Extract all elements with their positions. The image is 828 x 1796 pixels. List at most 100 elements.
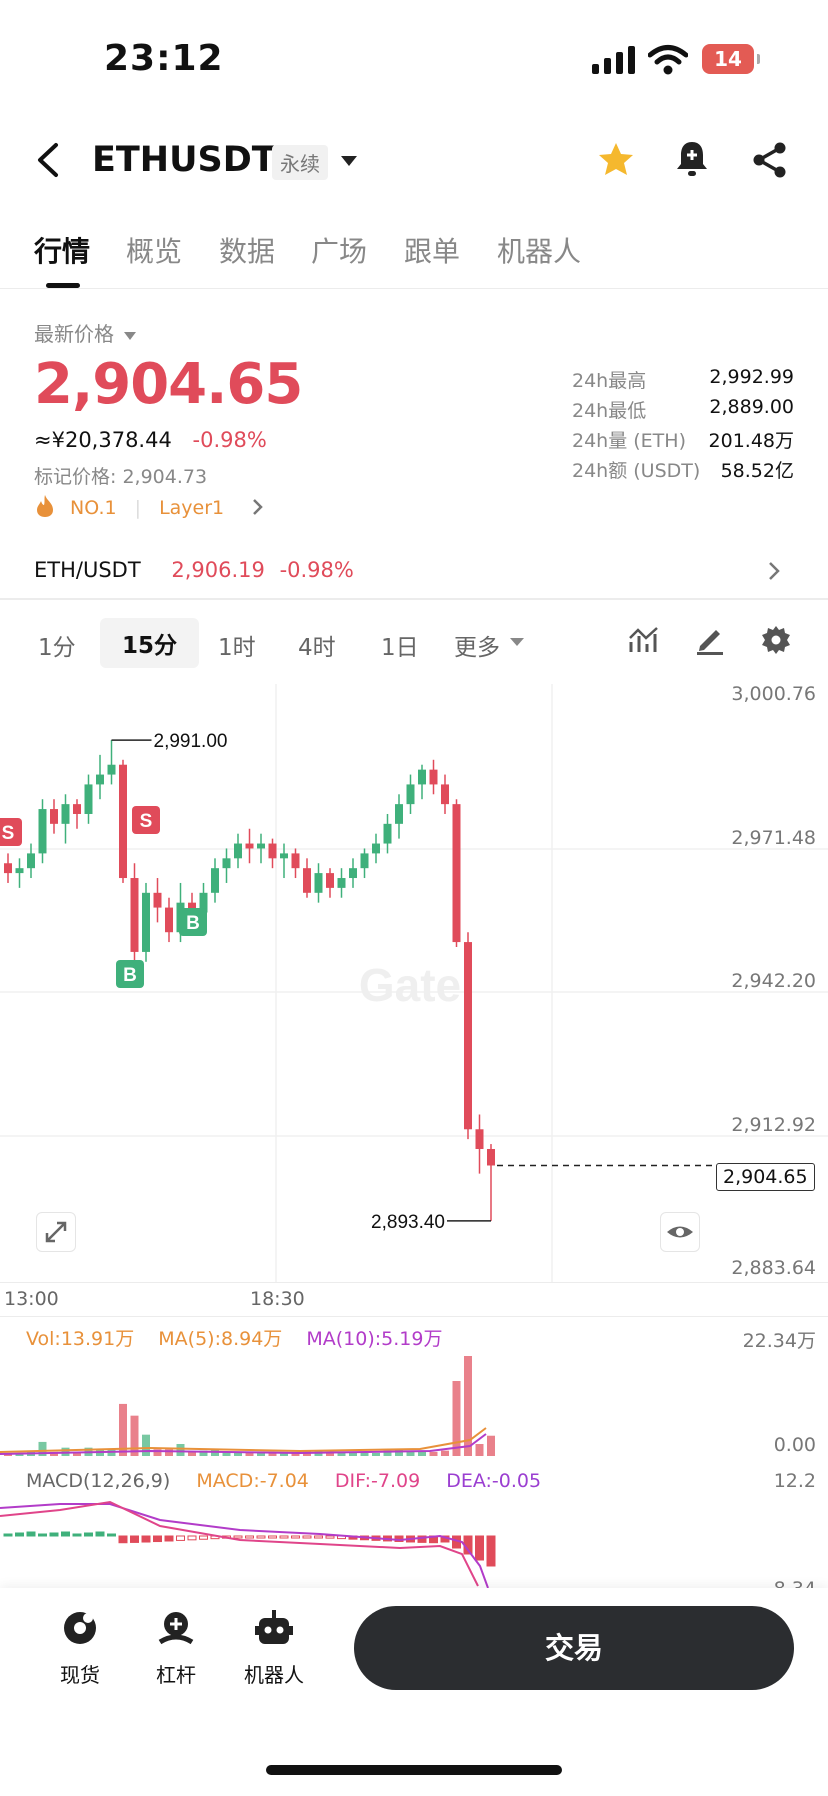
volume-bar — [176, 1444, 185, 1456]
volume-ma5-line — [0, 1427, 487, 1453]
volume-chart — [0, 1356, 495, 1456]
price-sub-row: ≈¥20,378.44 -0.98% — [34, 428, 267, 452]
stat-value-low: 2,889.00 — [709, 396, 794, 418]
macd-axis-top: 12.2 — [773, 1470, 816, 1492]
favorite-star-icon[interactable] — [596, 140, 636, 180]
y-tick-1: 2,971.48 — [731, 827, 816, 849]
margin-icon — [158, 1612, 194, 1645]
spot-price-row[interactable]: ETH/USDT 2,906.19 -0.98% — [34, 558, 794, 582]
interval-more[interactable]: 更多 — [454, 628, 500, 662]
volume-bars — [4, 1356, 495, 1456]
candle — [303, 858, 311, 898]
battery-indicator: 14 — [702, 44, 760, 74]
nav-bots[interactable]: 机器人 — [234, 1608, 314, 1688]
candle-body — [303, 868, 311, 893]
candle — [165, 897, 173, 943]
share-icon[interactable] — [750, 140, 790, 180]
chart-watermark: Gate — [359, 959, 461, 1011]
candle-body — [406, 784, 415, 805]
nav-margin[interactable]: 杠杆 — [136, 1608, 216, 1688]
macd-chart — [0, 1500, 496, 1588]
macd-dif: DIF:-7.09 — [334, 1470, 421, 1492]
more-dropdown-icon[interactable] — [510, 637, 524, 647]
tab-overview[interactable]: 概览 — [126, 230, 182, 270]
tag-row[interactable]: NO.1 | Layer1 — [34, 494, 264, 519]
candle — [107, 740, 116, 785]
price-type-dropdown-icon — [124, 332, 137, 340]
candle — [38, 799, 47, 864]
y-tick-4: 2,883.64 — [731, 1257, 816, 1279]
nav-spot[interactable]: 现货 — [40, 1608, 120, 1688]
candle — [464, 932, 472, 1140]
trade-button[interactable]: 交易 — [354, 1606, 794, 1690]
candle-body — [464, 942, 472, 1130]
macd-bar — [26, 1531, 36, 1537]
spot-chevron-right-icon — [769, 562, 780, 580]
interval-1m[interactable]: 1分 — [38, 628, 76, 662]
macd-bar — [245, 1535, 254, 1539]
tabs-divider — [0, 288, 828, 289]
chevron-right-icon — [253, 499, 263, 515]
cny-price: ≈¥20,378.44 — [34, 428, 172, 452]
chart-settings-icon[interactable] — [760, 624, 792, 656]
candle-body — [38, 809, 47, 854]
candle-body — [372, 843, 380, 854]
price-type-selector[interactable]: 最新价格 — [34, 318, 137, 347]
candle-body — [84, 784, 93, 814]
macd-bar — [3, 1533, 13, 1537]
macd-bar — [475, 1535, 484, 1561]
candlestick-chart[interactable]: Gate S S B B 2,991.00 2,893.40 — [0, 684, 828, 1282]
candle — [119, 759, 127, 883]
tab-data[interactable]: 数据 — [219, 230, 275, 270]
candle-body — [418, 769, 426, 785]
nav-spot-label: 现货 — [60, 1663, 100, 1687]
toggle-visibility-button[interactable] — [660, 1212, 700, 1252]
volume-bar — [452, 1381, 461, 1456]
stat-label-high: 24h最高 — [572, 370, 647, 392]
symbol-dropdown-icon[interactable] — [340, 154, 358, 168]
spot-price: 2,906.19 — [171, 558, 265, 582]
drawing-tool-icon[interactable] — [694, 624, 726, 656]
fire-icon — [37, 495, 53, 517]
candle — [153, 878, 162, 923]
indicator-icon[interactable] — [628, 624, 660, 656]
macd-bar — [291, 1535, 300, 1539]
interval-4h[interactable]: 4时 — [298, 628, 336, 662]
trade-marker-label: S — [2, 823, 15, 844]
volume-legend: Vol:13.91万 MA(5):8.94万 MA(10):5.19万 — [26, 1324, 442, 1351]
macd-bar — [49, 1532, 59, 1537]
macd-title: MACD(12,26,9) — [26, 1470, 171, 1492]
candle-body — [4, 863, 12, 874]
candle — [291, 848, 300, 879]
interval-1h[interactable]: 1时 — [218, 628, 256, 662]
candle — [234, 833, 242, 869]
last-price: 2,904.65 — [34, 352, 303, 417]
candle-body — [211, 868, 219, 893]
macd-bar — [314, 1535, 323, 1539]
candle-body — [441, 784, 449, 805]
candle — [429, 759, 438, 795]
macd-dif-line — [0, 1500, 479, 1587]
macd-value: MACD:-7.04 — [196, 1470, 309, 1492]
macd-bar — [72, 1533, 82, 1537]
price-alert-icon[interactable] — [674, 138, 710, 180]
tab-bots[interactable]: 机器人 — [497, 230, 581, 270]
volume-bar — [475, 1444, 484, 1456]
tab-copy-trading[interactable]: 跟单 — [404, 230, 460, 270]
fullscreen-button[interactable] — [36, 1212, 76, 1252]
x-tick-0: 13:00 — [4, 1288, 59, 1310]
volume-bar — [337, 1453, 346, 1456]
candle — [395, 794, 403, 839]
back-icon[interactable] — [34, 142, 62, 178]
tab-square[interactable]: 广场 — [311, 230, 367, 270]
interval-1d[interactable]: 1日 — [381, 628, 419, 662]
symbol-title[interactable]: ETHUSDT — [92, 140, 276, 180]
expand-icon — [45, 1221, 67, 1243]
candle — [475, 1114, 484, 1174]
macd-bar — [199, 1535, 208, 1540]
tab-market[interactable]: 行情 — [34, 230, 90, 270]
candle — [211, 858, 219, 903]
macd-bar — [15, 1532, 24, 1537]
interval-15m[interactable]: 15分 — [100, 618, 200, 668]
trade-marker-label: S — [140, 811, 153, 832]
